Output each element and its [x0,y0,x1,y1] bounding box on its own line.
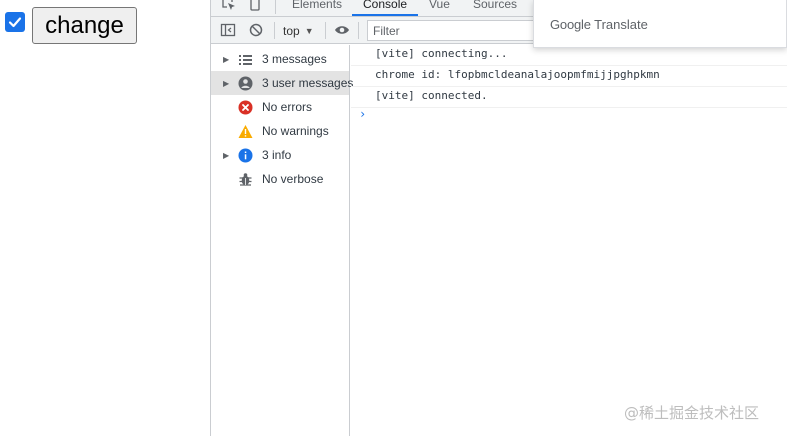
translate-brand: Google [550,17,591,32]
sidebar-item-errors[interactable]: No errors [211,95,349,119]
warning-icon [238,124,253,139]
demo-checkbox[interactable] [5,12,25,32]
sidebar-item-label: No verbose [262,172,324,186]
devtools-panel: Elements Console Vue Sources top ▼ Filte… [210,0,787,436]
sidebar-item-label: 3 messages [262,52,327,66]
sidebar-toggle-icon[interactable] [220,22,236,38]
sidebar-item-info[interactable]: ▶ 3 info [211,143,349,167]
expand-arrow-icon[interactable]: ▶ [223,151,229,160]
console-message: chrome id: lfopbmcldeanalajoopmfmijjpghp… [351,66,787,87]
context-selector[interactable]: top ▼ [283,22,314,39]
expand-arrow-icon[interactable]: ▶ [223,79,229,88]
change-button[interactable]: change [32,7,137,44]
device-toolbar-icon[interactable] [247,0,263,12]
context-label: top [283,23,300,38]
sidebar-item-messages[interactable]: ▶ 3 messages [211,47,349,71]
translate-product: Translate [594,17,648,32]
list-icon [238,52,253,67]
console-sidebar: ▶ 3 messages ▶ 3 user messages No errors… [211,45,353,436]
tab-elements[interactable]: Elements [292,0,342,16]
info-icon [238,148,253,163]
error-icon [238,100,253,115]
inspect-element-icon[interactable] [221,0,237,12]
tab-console[interactable]: Console [351,0,419,16]
sidebar-item-label: 3 info [262,148,292,162]
sidebar-item-label: No warnings [262,124,329,138]
sidebar-item-label: No errors [262,100,313,114]
eye-icon[interactable] [334,22,350,38]
bug-icon [238,172,253,187]
sidebar-item-warnings[interactable]: No warnings [211,119,349,143]
tab-vue[interactable]: Vue [429,0,450,16]
console-message: [vite] connected. [351,87,787,108]
watermark: @稀土掘金技术社区 [624,404,760,422]
sidebar-item-user-messages[interactable]: ▶ 3 user messages [211,71,353,95]
sidebar-item-verbose[interactable]: No verbose [211,167,349,191]
caret-down-icon: ▼ [304,25,314,36]
console-prompt[interactable]: › [359,107,366,121]
clear-console-icon[interactable] [248,22,264,38]
google-translate-popup[interactable]: Google Translate [533,0,787,48]
console-message: [vite] connecting... [351,45,787,66]
sidebar-item-label: 3 user messages [262,76,354,90]
checkmark-icon [8,17,22,28]
user-icon [238,76,253,91]
console-output[interactable]: [vite] connecting... chrome id: lfopbmcl… [351,45,787,436]
tab-sources[interactable]: Sources [473,0,517,16]
expand-arrow-icon[interactable]: ▶ [223,55,229,64]
